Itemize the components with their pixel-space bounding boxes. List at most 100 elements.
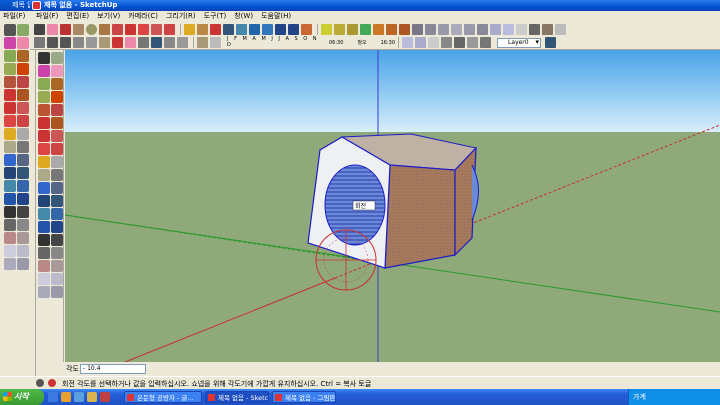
quicklaunch-media-icon[interactable] [61, 392, 71, 402]
start-button[interactable]: 시작 [0, 389, 44, 405]
box-side-face[interactable] [384, 164, 456, 269]
circle-icon[interactable] [86, 23, 97, 35]
quicklaunch-desktop-icon[interactable] [74, 392, 84, 402]
pan-icon[interactable] [223, 23, 234, 35]
right-view-icon[interactable] [451, 23, 462, 35]
text-icon[interactable] [51, 169, 63, 181]
help-icon[interactable] [48, 379, 56, 387]
wireframe-icon[interactable] [503, 23, 514, 35]
pan-icon[interactable] [51, 195, 63, 207]
place-model-icon[interactable] [301, 23, 312, 35]
zoom-window-tool-icon[interactable] [17, 180, 29, 192]
wire-box-icon[interactable] [415, 37, 427, 48]
photo-texture-icon[interactable] [360, 23, 371, 35]
scale-tool-icon[interactable] [4, 115, 16, 127]
select-icon[interactable] [34, 23, 45, 35]
xray-face-icon[interactable] [402, 37, 414, 48]
shaded-texture-icon[interactable] [542, 23, 553, 35]
sandbox-icon[interactable] [38, 260, 50, 272]
pushpull-tool-icon[interactable] [17, 89, 29, 101]
zoom-icon[interactable] [236, 23, 247, 35]
quicklaunch-app-icon[interactable] [100, 392, 110, 402]
tape-icon[interactable] [38, 156, 50, 168]
menu-view[interactable]: 보기(V) [97, 11, 120, 22]
print-icon[interactable] [138, 37, 149, 48]
front-view-icon[interactable] [438, 23, 449, 35]
rectangle-icon[interactable] [73, 23, 84, 35]
make-component-icon[interactable] [51, 52, 63, 64]
back-view-icon[interactable] [464, 23, 475, 35]
scale-icon[interactable] [164, 23, 175, 35]
left-view-icon[interactable] [477, 23, 488, 35]
walk-tool-icon[interactable] [17, 206, 29, 218]
freehand-icon[interactable] [51, 104, 63, 116]
position-camera-icon[interactable] [4, 206, 16, 218]
house-alt-icon[interactable] [177, 37, 188, 48]
select-tool-icon[interactable] [38, 52, 50, 64]
eraser-tool-icon[interactable] [17, 37, 29, 49]
guide-icon[interactable] [17, 232, 29, 244]
paste-icon[interactable] [99, 37, 110, 48]
circle-icon[interactable] [38, 91, 50, 103]
orbit-icon[interactable] [38, 195, 50, 207]
pencil-icon[interactable] [60, 23, 71, 35]
hidden-box-icon[interactable] [428, 37, 440, 48]
pushpull-icon[interactable] [51, 117, 63, 129]
zoom-extents-icon[interactable] [262, 23, 273, 35]
zoom-icon[interactable] [38, 208, 50, 220]
menu-window[interactable]: 창(W) [234, 11, 253, 22]
move-icon[interactable] [125, 23, 136, 35]
get-models-icon[interactable] [321, 23, 332, 35]
3dtext-icon[interactable] [51, 182, 63, 194]
menu-camera[interactable]: 카메라(C) [128, 11, 158, 22]
stamp-icon[interactable] [51, 273, 63, 285]
house-icon[interactable] [164, 37, 175, 48]
menu-tools[interactable]: 도구(T) [204, 11, 227, 22]
rotate-icon[interactable] [138, 23, 149, 35]
taskbar-item-sketchup[interactable]: 제목 없음 - Sketch... [205, 391, 269, 403]
cut-icon[interactable] [73, 37, 84, 48]
save-icon[interactable] [151, 37, 162, 48]
eraser-icon[interactable] [47, 23, 58, 35]
fog-toggle-icon[interactable] [210, 37, 221, 48]
rectangle-tool-icon[interactable] [4, 50, 16, 62]
rotate-icon[interactable] [38, 130, 50, 142]
system-tray[interactable]: 가계 [628, 389, 720, 405]
protractor-icon[interactable] [38, 169, 50, 181]
paint-tool-icon[interactable] [4, 37, 16, 49]
menu-help[interactable]: 도움말(H) [261, 11, 291, 22]
eraser-icon[interactable] [51, 65, 63, 77]
tray-ime[interactable]: 가계 [633, 393, 646, 401]
line-tool-icon[interactable] [17, 50, 29, 62]
section-cut-icon[interactable] [399, 23, 410, 35]
offset-icon[interactable] [51, 143, 63, 155]
viewport-canvas[interactable]: 회전 [65, 50, 720, 362]
previous-view-icon[interactable] [51, 221, 63, 233]
copy-icon[interactable] [86, 37, 97, 48]
followme-icon[interactable] [151, 23, 162, 35]
textured-box-icon[interactable] [454, 37, 466, 48]
menu-edit[interactable]: 편집(E) [66, 11, 89, 22]
mono-box-icon[interactable] [467, 37, 479, 48]
pushpull-icon[interactable] [112, 23, 123, 35]
next-icon[interactable] [288, 23, 299, 35]
offset-tool-icon[interactable] [17, 115, 29, 127]
delete-icon[interactable] [112, 37, 123, 48]
window-title[interactable]: 제목 없음 - SketchUp [30, 0, 720, 11]
section-plane-icon[interactable] [17, 219, 29, 231]
move-tool-icon[interactable] [4, 89, 16, 101]
protractor-tool-icon[interactable] [4, 141, 16, 153]
warehouse-icon[interactable] [4, 258, 16, 270]
zoom-extents-icon[interactable] [38, 221, 50, 233]
walk-icon[interactable] [51, 234, 63, 246]
3dtext-tool-icon[interactable] [17, 154, 29, 166]
shaded-icon[interactable] [529, 23, 540, 35]
redo-icon[interactable] [60, 37, 71, 48]
circle-tool-icon[interactable] [4, 63, 16, 75]
followme-icon[interactable] [51, 130, 63, 142]
erase-icon[interactable] [125, 37, 136, 48]
polygon-icon[interactable] [38, 104, 50, 116]
shadows-toggle-icon[interactable] [197, 37, 208, 48]
monochrome-icon[interactable] [555, 23, 566, 35]
iso-view-icon[interactable] [412, 23, 423, 35]
